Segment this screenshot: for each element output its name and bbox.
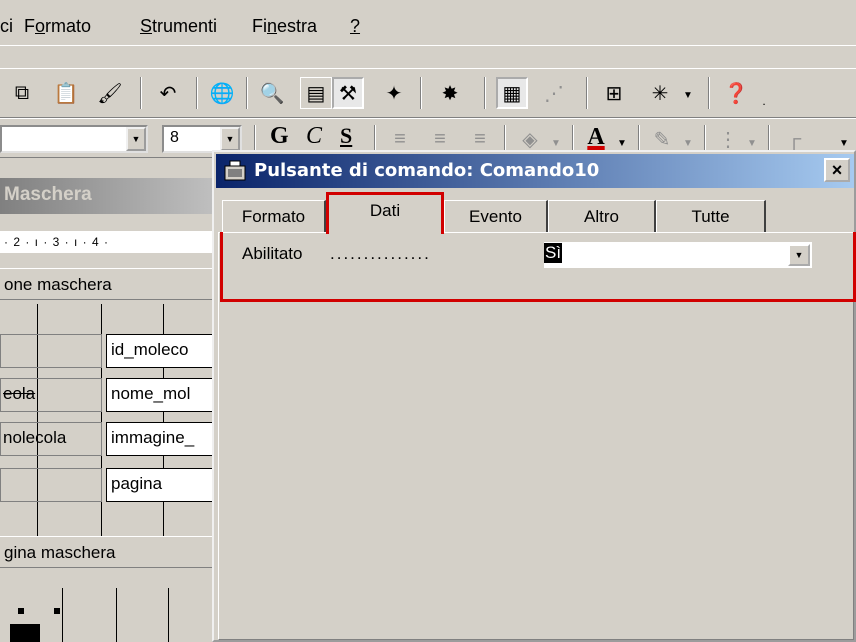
form-footer-area bbox=[0, 588, 216, 642]
paste-icon[interactable]: 📋 bbox=[50, 77, 82, 109]
property-leader-dots: ............... bbox=[330, 244, 431, 263]
italic-button[interactable]: C bbox=[306, 123, 322, 150]
form-detail-area: id_moleco eola nome_mol nolecola immagin… bbox=[0, 304, 216, 536]
format-painter-icon[interactable]: 🖌 bbox=[94, 77, 126, 109]
access-key-letter: ? bbox=[350, 16, 361, 36]
chevron-down-icon[interactable]: ▼ bbox=[220, 127, 240, 151]
close-icon: × bbox=[831, 159, 843, 180]
command-button-icon bbox=[224, 160, 246, 181]
property-sheet-title-bar[interactable]: Pulsante di comando: Comando10 × bbox=[216, 154, 854, 188]
menu-bar: ci Formato Strumenti Finestra ? bbox=[0, 0, 856, 46]
selection-handle[interactable] bbox=[18, 608, 24, 614]
form-footer-section[interactable]: gina maschera bbox=[0, 536, 216, 568]
grid-line bbox=[168, 588, 169, 642]
property-sheet-title: Pulsante di comando: Comando10 bbox=[254, 160, 600, 181]
field-label[interactable] bbox=[0, 468, 102, 502]
copy-icon[interactable]: ⧉ bbox=[6, 77, 38, 109]
access-key-letter: S bbox=[140, 16, 153, 36]
property-sheet-window: Pulsante di comando: Comando10 × Formato… bbox=[212, 150, 856, 642]
toolbar-separator bbox=[484, 77, 486, 109]
field-textbox[interactable]: id_moleco bbox=[106, 334, 216, 368]
underline-button[interactable]: S bbox=[340, 123, 352, 149]
database-window-icon[interactable]: ⊞ bbox=[598, 77, 630, 109]
field-textbox[interactable]: nome_mol bbox=[106, 378, 216, 412]
new-object-dropdown-icon[interactable]: ▼ bbox=[680, 79, 696, 111]
access-key-letter: n bbox=[267, 16, 278, 36]
wizard-icon[interactable]: ✦ bbox=[378, 77, 410, 109]
menu-item-finestra[interactable]: Finestra bbox=[252, 16, 317, 37]
hyperlink-icon[interactable]: 🌐 bbox=[206, 77, 238, 109]
horizontal-ruler: · 2 · ı · 3 · ı · 4 · bbox=[0, 231, 216, 253]
form-view-icon[interactable]: ▤ bbox=[300, 77, 332, 109]
chevron-down-icon[interactable]: ▼ bbox=[788, 244, 810, 266]
menu-item-partial[interactable]: ci bbox=[0, 16, 13, 37]
toolbar-separator bbox=[140, 77, 142, 109]
access-key-letter: o bbox=[35, 16, 46, 36]
grid-line bbox=[116, 588, 117, 642]
field-list-icon[interactable]: 🔍 bbox=[256, 77, 288, 109]
toolbox-icon[interactable]: ⚒ bbox=[332, 77, 364, 109]
field-label[interactable]: nolecola bbox=[0, 422, 102, 456]
toolbar-separator bbox=[586, 77, 588, 109]
tab-altro[interactable]: Altro bbox=[548, 200, 656, 232]
build-icon[interactable]: ⋰ bbox=[538, 77, 570, 109]
property-value-field[interactable]: Sì ▼ bbox=[544, 242, 812, 268]
menu-item-help[interactable]: ? bbox=[350, 16, 360, 37]
chevron-down-icon[interactable]: ▼ bbox=[126, 127, 146, 151]
properties-icon[interactable]: ▦ bbox=[496, 77, 528, 109]
grid-line bbox=[62, 588, 63, 642]
tab-evento[interactable]: Evento bbox=[444, 200, 548, 232]
tab-formato[interactable]: Formato bbox=[222, 200, 326, 232]
property-name: Abilitato bbox=[242, 244, 303, 263]
toolbar-separator bbox=[196, 77, 198, 109]
menu-item-strumenti[interactable]: Strumenti bbox=[140, 16, 217, 37]
tab-dati[interactable]: Dati bbox=[326, 192, 444, 234]
designer-title-bar: Maschera bbox=[0, 178, 216, 214]
tab-panel-dati bbox=[218, 232, 854, 640]
standard-toolbar: ⧉ 📋 🖌 ↶ 🌐 🔍 ▤ ⚒ ✦ ✸ ▦ ⋰ ⊞ ✳ ▼ ❓ . bbox=[0, 68, 856, 118]
help-icon[interactable]: ❓ bbox=[720, 77, 752, 109]
selection-handle[interactable] bbox=[54, 608, 60, 614]
property-row-abilitato[interactable]: Abilitato ............... Sì ▼ bbox=[234, 242, 814, 268]
field-textbox[interactable]: immagine_ bbox=[106, 422, 216, 456]
font-color-icon[interactable]: A bbox=[580, 121, 612, 153]
selected-control[interactable] bbox=[10, 624, 40, 642]
font-size-combo[interactable]: 8 ▼ bbox=[162, 125, 242, 153]
field-label[interactable]: eola bbox=[0, 378, 102, 412]
new-object-icon[interactable]: ✳ bbox=[644, 77, 676, 109]
toolbar-separator bbox=[246, 77, 248, 109]
toolbar-options-icon[interactable]: . bbox=[756, 85, 772, 117]
property-value: Sì bbox=[544, 243, 563, 263]
field-textbox[interactable]: pagina bbox=[106, 468, 216, 502]
toolbar-separator bbox=[420, 77, 422, 109]
bold-button[interactable]: G bbox=[270, 123, 289, 150]
toolbar-separator bbox=[708, 77, 710, 109]
menu-item-formato[interactable]: Formato bbox=[24, 16, 91, 37]
tab-tutte[interactable]: Tutte bbox=[656, 200, 766, 232]
autoformat-icon[interactable]: ✸ bbox=[434, 77, 466, 109]
close-button[interactable]: × bbox=[824, 158, 850, 182]
form-header-section[interactable]: one maschera bbox=[0, 268, 216, 300]
designer-title: Maschera bbox=[4, 184, 92, 205]
undo-icon[interactable]: ↶ bbox=[152, 77, 184, 109]
form-designer: Maschera · 2 · ı · 3 · ı · 4 · one masch… bbox=[0, 158, 216, 642]
font-name-combo[interactable]: ▼ bbox=[0, 125, 148, 153]
field-label[interactable] bbox=[0, 334, 102, 368]
font-size-value: 8 bbox=[170, 129, 179, 146]
